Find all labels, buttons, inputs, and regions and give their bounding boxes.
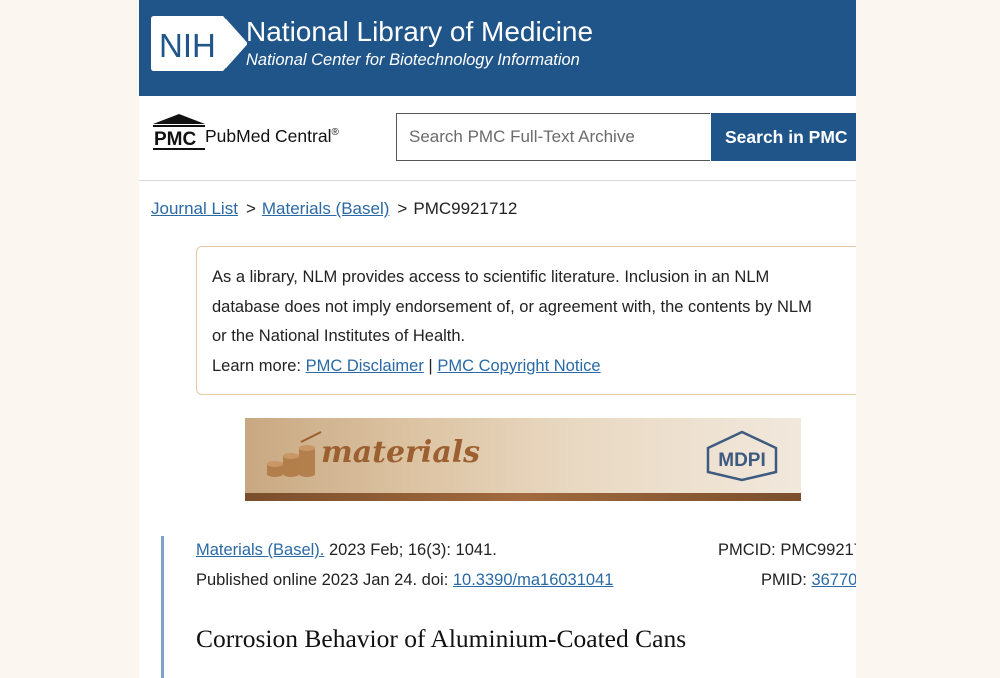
disclaimer-line: database does not imply endorsement of, … [212, 297, 812, 316]
citation-accent-bar [161, 536, 164, 678]
journal-coins-icon [267, 431, 322, 477]
learn-more-line: Learn more: PMC Disclaimer | PMC Copyrig… [212, 352, 856, 382]
disclaimer-text: As a library, NLM provides access to sci… [212, 263, 856, 381]
disclaimer-line: or the National Institutes of Health. [212, 327, 466, 345]
banner-bottom-strip [245, 493, 801, 501]
pmcid-line: PMCID: PMC9921712 [718, 541, 856, 560]
banner-journal-name: materials [321, 435, 481, 470]
journal-link[interactable]: Materials (Basel). [196, 541, 324, 559]
pmcid-label: PMCID: [718, 541, 776, 559]
article-title: Corrosion Behavior of Aluminium-Coated C… [196, 624, 687, 653]
journal-banner[interactable]: materials MDPI [245, 418, 801, 501]
citation-line: Materials (Basel). 2023 Feb; 16(3): 1041… [196, 541, 497, 560]
nih-subtitle: National Center for Biotechnology Inform… [246, 51, 580, 69]
breadcrumb-journal[interactable]: Materials (Basel) [262, 199, 390, 218]
pmcid-value: PMC9921712 [780, 541, 856, 559]
pmc-copyright-link[interactable]: PMC Copyright Notice [437, 357, 600, 375]
nih-header: NIH National Library of Medicine Nationa… [139, 0, 856, 96]
mdpi-logo-text: MDPI [718, 450, 766, 471]
breadcrumb: Journal List > Materials (Basel) > PMC992171… [151, 199, 517, 219]
pmc-bar: PMC PubMed Central® Search in PMC [139, 96, 856, 181]
pmc-logo-icon[interactable]: PMC [151, 112, 207, 152]
pmid-line: PMID: 36770 [761, 571, 856, 590]
pmc-registered-mark: ® [331, 127, 339, 139]
published-line: Published online 2023 Jan 24. doi: 10.33… [196, 571, 613, 590]
search-button[interactable]: Search in PMC [711, 113, 856, 161]
page: NIH National Library of Medicine Nationa… [139, 0, 856, 678]
disclaimer-line: As a library, NLM provides access to sci… [212, 268, 770, 286]
breadcrumb-journal-list[interactable]: Journal List [151, 199, 238, 218]
breadcrumb-separator: > [245, 199, 256, 218]
pmc-disclaimer-link[interactable]: PMC Disclaimer [306, 357, 424, 375]
link-divider: | [428, 356, 433, 375]
pmid-label: PMID: [761, 571, 807, 589]
published-text: Published online 2023 Jan 24. doi: [196, 571, 449, 589]
disclaimer-box: As a library, NLM provides access to sci… [196, 246, 856, 395]
pmc-logo-text: PMC [154, 129, 197, 150]
nih-logo-text: NIH [159, 27, 216, 64]
mdpi-logo: MDPI [706, 430, 778, 482]
pmc-name-text: PubMed Central [205, 126, 332, 146]
breadcrumb-current: PMC9921712 [413, 199, 518, 218]
doi-link[interactable]: 10.3390/ma16031041 [453, 571, 614, 589]
learn-more-label: Learn more: [212, 356, 301, 375]
citation-details: 2023 Feb; 16(3): 1041. [328, 541, 497, 559]
pmid-link[interactable]: 36770 [811, 571, 856, 589]
nih-title: National Library of Medicine [246, 16, 594, 47]
nih-logo[interactable]: NIH [151, 16, 247, 71]
pmc-name: PubMed Central® [205, 126, 339, 147]
search-input[interactable] [396, 113, 710, 161]
breadcrumb-separator: > [397, 199, 408, 218]
